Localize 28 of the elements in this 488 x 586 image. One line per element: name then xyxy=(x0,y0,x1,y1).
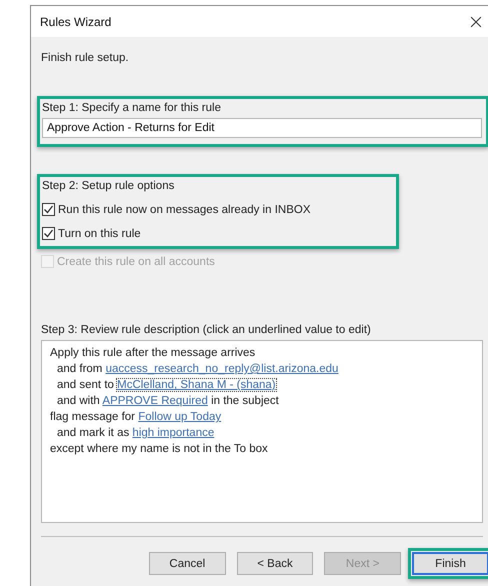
description-line: Apply this rule after the message arrives xyxy=(50,347,256,360)
value-link[interactable]: McClelland, Shana M - (shana) xyxy=(117,379,276,391)
wizard-button[interactable]: Cancel xyxy=(149,552,226,575)
description-line: and sent to McClelland, Shana M - (shana) xyxy=(56,379,276,392)
description-line: flag message for Follow up Today xyxy=(50,411,222,424)
description-line: except where my name is not in the To box xyxy=(50,443,268,456)
wizard-heading: Finish rule setup. xyxy=(41,52,129,64)
checkbox-option[interactable]: Run this rule now on messages already in INBOX xyxy=(42,203,310,216)
rule-name-field[interactable]: Approve Action - Returns for Edit xyxy=(42,118,482,138)
step-label: Step 3: Review rule description (click an underlined value to edit) xyxy=(41,324,371,336)
check-icon xyxy=(43,204,54,215)
checkbox-option[interactable]: Turn on this rule xyxy=(42,227,141,240)
value-link[interactable]: uaccess_research_no_reply@list.arizona.edu xyxy=(106,363,338,375)
step-label: Step 2: Setup rule options xyxy=(42,180,174,192)
description-line: and from uaccess_research_no_reply@list.arizona.edu xyxy=(56,363,338,376)
value-link[interactable]: APPROVE Required xyxy=(102,395,208,407)
step-label: Step 1: Specify a name for this rule xyxy=(42,102,221,114)
wizard-button[interactable]: Finish xyxy=(412,552,488,575)
checkbox[interactable] xyxy=(42,227,55,240)
description-line: and with APPROVE Required in the subject xyxy=(56,395,279,408)
close-icon[interactable] xyxy=(471,17,481,27)
value-link[interactable]: high importance xyxy=(132,427,214,439)
value-link[interactable]: Follow up Today xyxy=(138,411,222,423)
window-title: Rules Wizard xyxy=(40,14,112,28)
check-icon xyxy=(43,228,54,239)
checkbox[interactable] xyxy=(42,203,55,216)
description-line: and mark it as high importance xyxy=(56,427,214,440)
wizard-button[interactable]: < Back xyxy=(236,552,314,575)
